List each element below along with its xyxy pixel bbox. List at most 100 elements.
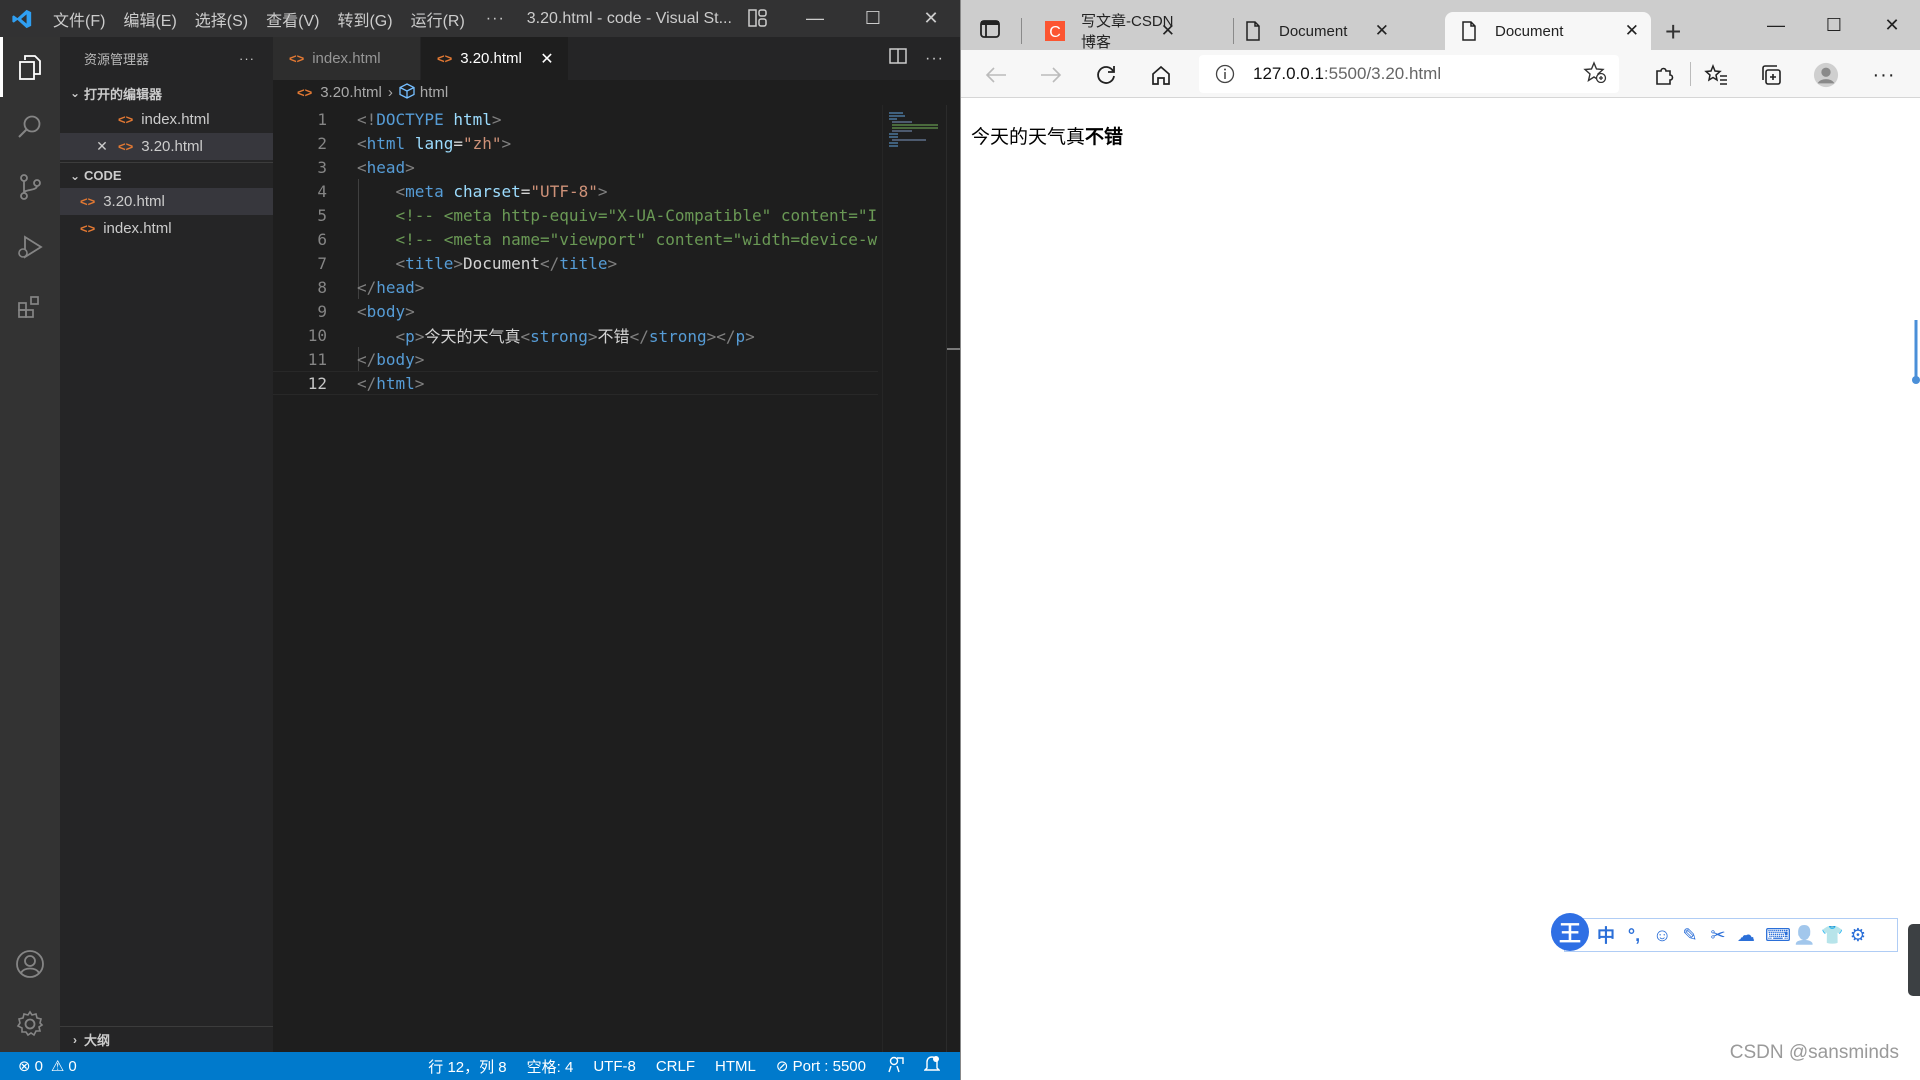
source-control-icon[interactable]: [0, 157, 60, 217]
side-volume-widget[interactable]: [1908, 924, 1920, 996]
problems-indicator[interactable]: ⊗ 0 ⚠ 0: [0, 1057, 77, 1076]
ime-chinese-mode-icon[interactable]: 中: [1597, 922, 1615, 948]
editor-scrollbar[interactable]: [946, 105, 961, 1053]
code-token: <: [395, 327, 406, 346]
page-scrollbar[interactable]: [1911, 318, 1920, 386]
extensions-puzzle-icon[interactable]: [1651, 62, 1677, 88]
open-editors-section[interactable]: ⌄ 打开的编辑器: [60, 80, 273, 106]
new-tab-button[interactable]: +: [1665, 16, 1681, 48]
menu-go[interactable]: 转到(G): [328, 7, 401, 31]
open-editor-item[interactable]: <> index.html: [60, 106, 273, 133]
ime-emoji-icon[interactable]: ☺: [1653, 925, 1671, 946]
run-debug-icon[interactable]: [0, 217, 60, 277]
settings-gear-icon[interactable]: [0, 994, 60, 1054]
ime-keyboard-icon[interactable]: ⌨: [1765, 925, 1791, 946]
accounts-icon[interactable]: [0, 934, 60, 994]
close-editor-icon[interactable]: ✕: [92, 138, 112, 155]
menu-more[interactable]: ···: [474, 10, 517, 28]
ime-logo-icon[interactable]: 王: [1551, 913, 1589, 951]
close-tab-icon[interactable]: ✕: [540, 49, 554, 69]
menu-file[interactable]: 文件(F): [44, 7, 114, 31]
code-line[interactable]: 10 <p>今天的天气真<strong>不错</strong></p>: [273, 323, 878, 347]
close-window-button[interactable]: ✕: [902, 0, 960, 37]
live-server-port[interactable]: ⊘ Port : 5500: [776, 1057, 866, 1075]
back-arrow-icon[interactable]: [983, 62, 1009, 88]
code-line[interactable]: 4 <meta charset="UTF-8">: [273, 179, 878, 203]
notifications-bell-icon[interactable]: [923, 1055, 941, 1077]
explorer-icon[interactable]: [0, 37, 60, 97]
close-tab-icon[interactable]: ✕: [1375, 21, 1389, 41]
menu-selection[interactable]: 选择(S): [186, 7, 257, 31]
folder-section[interactable]: ⌄ CODE: [60, 162, 273, 188]
menu-edit[interactable]: 编辑(E): [114, 7, 185, 31]
code-line[interactable]: 6 <!-- <meta name="viewport" content="wi…: [273, 227, 878, 251]
split-editor-icon[interactable]: [889, 48, 907, 69]
ime-punctuation-icon[interactable]: °,: [1625, 925, 1643, 946]
menu-run[interactable]: 运行(R): [402, 7, 474, 31]
code-token: <: [357, 157, 367, 177]
home-icon[interactable]: [1148, 62, 1174, 88]
ime-user-icon[interactable]: 👤: [1793, 925, 1815, 946]
ime-screenshot-icon[interactable]: ✂: [1709, 925, 1727, 946]
site-info-icon[interactable]: [1215, 64, 1235, 84]
close-tab-icon[interactable]: ✕: [1625, 21, 1639, 41]
editor-more-actions-icon[interactable]: ···: [925, 50, 944, 68]
code-line[interactable]: 8 </head>: [273, 275, 878, 299]
file-item[interactable]: <> index.html: [60, 215, 273, 242]
outline-section[interactable]: › 大纲: [60, 1026, 273, 1052]
add-favorite-icon[interactable]: [1583, 60, 1607, 88]
breadcrumb-file[interactable]: 3.20.html: [320, 84, 382, 101]
end-of-line[interactable]: CRLF: [656, 1058, 695, 1075]
customize-layout-icon[interactable]: [748, 8, 770, 29]
close-tab-icon[interactable]: ✕: [1161, 21, 1175, 41]
minimize-button[interactable]: —: [786, 0, 844, 37]
code-line[interactable]: 1 <!DOCTYPE html>: [273, 107, 878, 131]
code-line[interactable]: 11 </body>: [273, 347, 878, 371]
maximize-button[interactable]: ☐: [844, 0, 902, 37]
menu-view[interactable]: 查看(V): [257, 7, 328, 31]
cursor-position[interactable]: 行 12，列 8: [428, 1056, 506, 1077]
feedback-icon[interactable]: [886, 1055, 904, 1077]
ime-handwriting-icon[interactable]: ✎: [1681, 925, 1699, 946]
line-number: 6: [317, 229, 327, 249]
open-editor-item[interactable]: ✕ <> 3.20.html: [60, 133, 273, 160]
search-icon[interactable]: [0, 97, 60, 157]
extensions-icon[interactable]: [0, 277, 60, 337]
indentation[interactable]: 空格: 4: [527, 1056, 574, 1077]
settings-more-icon[interactable]: ···: [1871, 62, 1897, 88]
address-bar[interactable]: 127.0.0.1:5500/3.20.html: [1199, 55, 1619, 93]
collections-icon[interactable]: [1758, 62, 1784, 88]
favorites-icon[interactable]: [1703, 62, 1729, 88]
file-item[interactable]: <> 3.20.html: [60, 188, 273, 215]
code-line[interactable]: 12 </html>: [273, 371, 878, 395]
tab-index-html[interactable]: <> index.html: [273, 37, 421, 80]
browser-tab-csdn[interactable]: C 写文章-CSDN博客 ✕: [1031, 12, 1187, 51]
code-editor[interactable]: 1 <!DOCTYPE html> 2 <html lang="zh"> 3 <head>…: [273, 107, 878, 395]
encoding[interactable]: UTF-8: [593, 1058, 636, 1075]
code-line[interactable]: 2 <html lang="zh">: [273, 131, 878, 155]
browser-tab-document-active[interactable]: Document ✕: [1445, 12, 1651, 50]
browser-tab-document[interactable]: Document ✕: [1243, 12, 1401, 50]
code-text: </body>: [357, 350, 424, 369]
code-line[interactable]: 7 <title>Document</title>: [273, 251, 878, 275]
code-line[interactable]: 5 <!-- <meta http-equiv="X-UA-Compatible…: [273, 203, 878, 227]
browser-maximize-button[interactable]: ☐: [1805, 0, 1863, 50]
profile-avatar[interactable]: [1813, 62, 1839, 88]
vscode-titlebar: 文件(F) 编辑(E) 选择(S) 查看(V) 转到(G) 运行(R) ··· …: [0, 0, 960, 37]
tab-label: 3.20.html: [460, 50, 522, 67]
tab-actions-icon[interactable]: [979, 18, 1001, 40]
browser-minimize-button[interactable]: —: [1747, 0, 1805, 50]
ime-cloud-icon[interactable]: ☁: [1737, 925, 1755, 946]
minimap[interactable]: [882, 105, 946, 1053]
code-line[interactable]: 3 <head>: [273, 155, 878, 179]
explorer-more-button[interactable]: ···: [239, 51, 255, 66]
language-mode[interactable]: HTML: [715, 1058, 756, 1075]
ime-skin-icon[interactable]: 👕: [1821, 925, 1843, 946]
refresh-icon[interactable]: [1093, 62, 1119, 88]
ime-settings-icon[interactable]: ⚙: [1849, 925, 1867, 946]
code-line[interactable]: 9 <body>: [273, 299, 878, 323]
tab-3-20-html[interactable]: <> 3.20.html ✕: [421, 37, 569, 80]
browser-close-button[interactable]: ✕: [1863, 0, 1920, 50]
forward-arrow-icon[interactable]: [1038, 62, 1064, 88]
breadcrumb-symbol[interactable]: html: [420, 84, 448, 101]
